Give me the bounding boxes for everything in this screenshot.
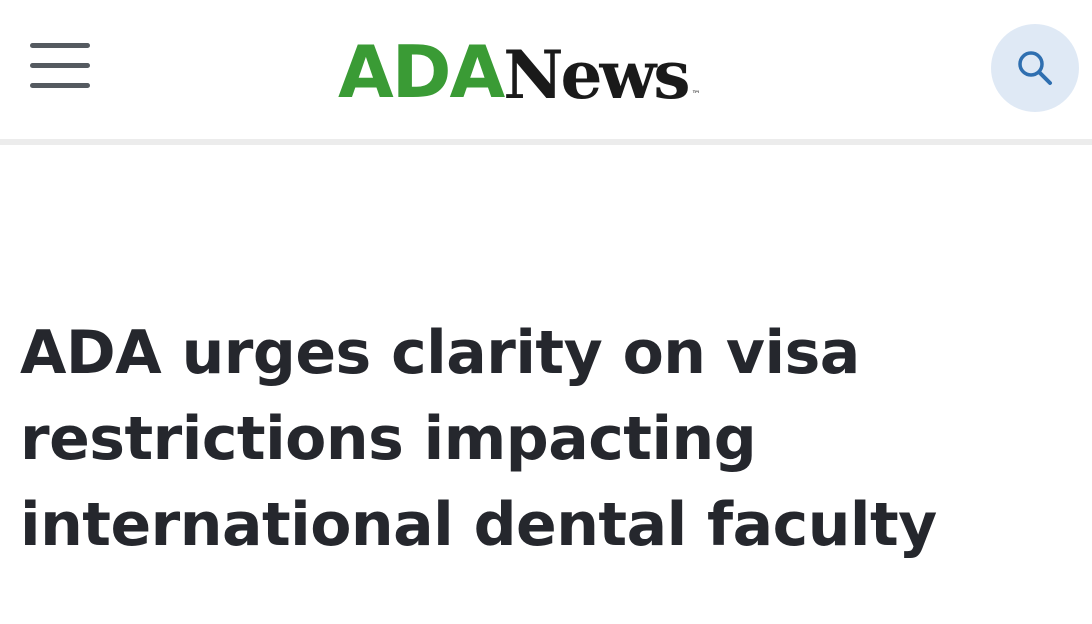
menu-bar-bottom [30, 83, 90, 88]
menu-bar-top [30, 43, 90, 48]
search-icon [1018, 51, 1052, 85]
headline-line-1: ADA urges clarity on visa [20, 318, 860, 388]
header-divider [0, 139, 1092, 145]
logo-news-text: News [503, 36, 690, 114]
headline-line-2: restrictions impacting [20, 404, 757, 474]
logo-ada-text: ADA [338, 30, 505, 114]
headline-line-3: international dental faculty [20, 490, 937, 560]
logo-trademark: ™ [691, 90, 701, 100]
site-logo[interactable]: ADA News ™ [338, 30, 701, 108]
search-button[interactable] [991, 24, 1079, 112]
menu-bar-middle [30, 63, 90, 68]
site-header: ADA News ™ [0, 0, 1092, 139]
menu-button[interactable] [22, 34, 98, 98]
article-headline: ADA urges clarity on visa restrictions i… [20, 310, 1080, 568]
